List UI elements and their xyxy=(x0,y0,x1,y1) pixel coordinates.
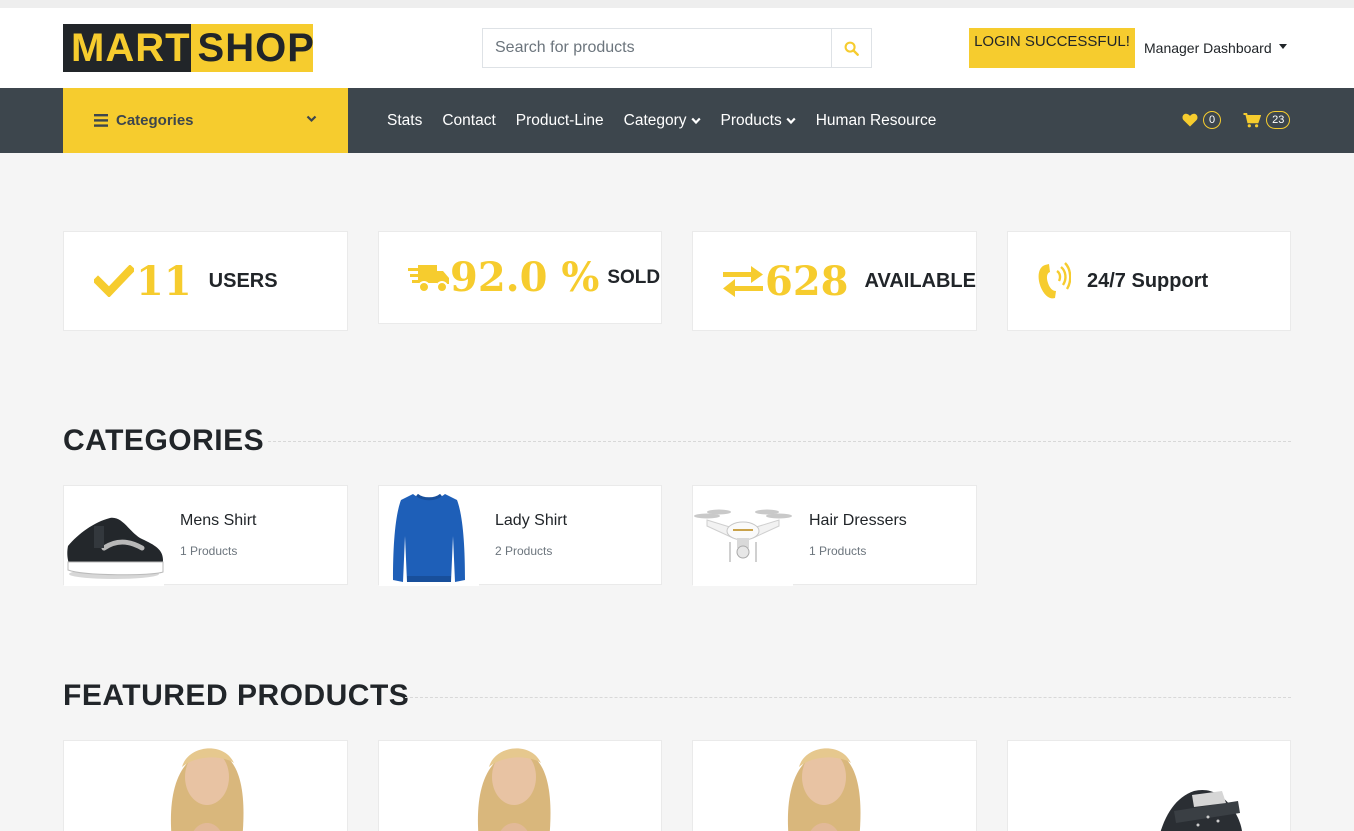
featured-section-title: FEATURED PRODUCTS xyxy=(63,679,410,712)
nav-link-label: Contact xyxy=(442,111,496,129)
categories-section-title: CATEGORIES xyxy=(63,424,265,457)
exchange-icon xyxy=(723,266,763,297)
nav-link-human-resource[interactable]: Human Resource xyxy=(806,112,947,130)
category-product-count: 2 Products xyxy=(495,544,553,558)
manager-dashboard-label: Manager Dashboard xyxy=(1144,40,1272,56)
main-navbar: Categories Stats Contact Product-Line Ca… xyxy=(0,88,1354,153)
heart-icon xyxy=(1182,113,1198,127)
cart-count-badge: 23 xyxy=(1266,111,1291,129)
site-header: MART SHOP LOGIN SUCCESSFUL! Manager Dash… xyxy=(0,8,1354,88)
site-logo[interactable]: MART SHOP xyxy=(63,24,313,72)
category-name: Hair Dressers xyxy=(809,512,907,529)
product-card[interactable] xyxy=(692,740,977,831)
stat-value: 92.0 % xyxy=(450,254,600,301)
model-photo-image xyxy=(379,741,661,831)
sneaker-image xyxy=(64,486,164,586)
search-button[interactable] xyxy=(831,28,872,68)
nav-link-stats[interactable]: Stats xyxy=(377,112,432,130)
chevron-down-icon xyxy=(786,117,796,124)
categories-toggle-label: Categories xyxy=(116,112,194,129)
chevron-down-icon xyxy=(306,115,317,123)
nav-links: Stats Contact Product-Line Category Prod… xyxy=(377,88,946,153)
nav-link-contact[interactable]: Contact xyxy=(432,112,505,130)
login-status-badge: LOGIN SUCCESSFUL! xyxy=(969,28,1135,68)
stat-card-sold: 92.0 % SOLD xyxy=(378,231,662,324)
category-card[interactable]: Hair Dressers 1 Products xyxy=(692,485,977,586)
stat-card-users: 11 USERS xyxy=(63,231,348,331)
caret-down-icon xyxy=(1278,44,1287,49)
section-divider xyxy=(268,441,1291,442)
categories-toggle-button[interactable]: Categories xyxy=(63,88,348,153)
nav-dropdown-products[interactable]: Products xyxy=(711,112,806,130)
nav-link-label: Products xyxy=(720,111,782,129)
wishlist-count-badge: 0 xyxy=(1203,111,1222,129)
stat-label: USERS xyxy=(208,269,278,292)
search-form xyxy=(482,28,872,68)
search-input[interactable] xyxy=(482,28,831,68)
bars-icon xyxy=(94,114,108,127)
category-product-count: 1 Products xyxy=(180,544,238,558)
category-card[interactable]: Lady Shirt 2 Products xyxy=(378,485,662,586)
nav-link-label: Stats xyxy=(387,111,423,129)
model-photo-image xyxy=(693,741,976,831)
nav-link-label: Human Resource xyxy=(815,111,937,129)
stat-label: 24/7 Support xyxy=(1087,269,1209,292)
check-icon xyxy=(94,265,134,297)
category-name: Mens Shirt xyxy=(180,512,257,529)
sweater-image xyxy=(379,486,479,586)
model-photo-image xyxy=(64,741,347,831)
category-name: Lady Shirt xyxy=(495,512,568,529)
nav-link-product-line[interactable]: Product-Line xyxy=(506,112,614,130)
wishlist-button[interactable]: 0 xyxy=(1182,111,1222,129)
nav-link-label: Product-Line xyxy=(515,111,604,129)
stat-value: 11 xyxy=(136,257,192,305)
truck-icon xyxy=(408,264,449,293)
stat-label: SOLD xyxy=(607,266,661,288)
nav-dropdown-category[interactable]: Category xyxy=(614,112,711,130)
top-strip xyxy=(0,0,1354,8)
stat-card-available: 628 AVAILABLE xyxy=(692,231,977,331)
manager-dashboard-dropdown[interactable]: Manager Dashboard xyxy=(1144,40,1287,56)
logo-part-1: MART xyxy=(63,24,191,72)
sneaker-image xyxy=(1008,741,1290,831)
category-card[interactable]: Mens Shirt 1 Products xyxy=(63,485,348,586)
section-divider xyxy=(405,697,1291,698)
phone-volume-icon xyxy=(1038,262,1071,299)
search-icon xyxy=(844,41,859,56)
logo-part-2: SHOP xyxy=(197,26,313,70)
product-card[interactable] xyxy=(378,740,662,831)
stat-label: AVAILABLE xyxy=(864,269,976,292)
product-card[interactable] xyxy=(63,740,348,831)
chevron-down-icon xyxy=(690,117,701,124)
nav-actions: 0 23 xyxy=(1182,111,1291,129)
cart-icon xyxy=(1243,112,1262,127)
cart-button[interactable]: 23 xyxy=(1243,111,1291,129)
stat-card-support: 24/7 Support xyxy=(1007,231,1291,331)
product-card[interactable] xyxy=(1007,740,1291,831)
category-product-count: 1 Products xyxy=(809,544,867,558)
stat-value: 628 xyxy=(765,257,849,305)
drone-image xyxy=(693,486,793,586)
nav-link-label: Category xyxy=(623,111,687,129)
